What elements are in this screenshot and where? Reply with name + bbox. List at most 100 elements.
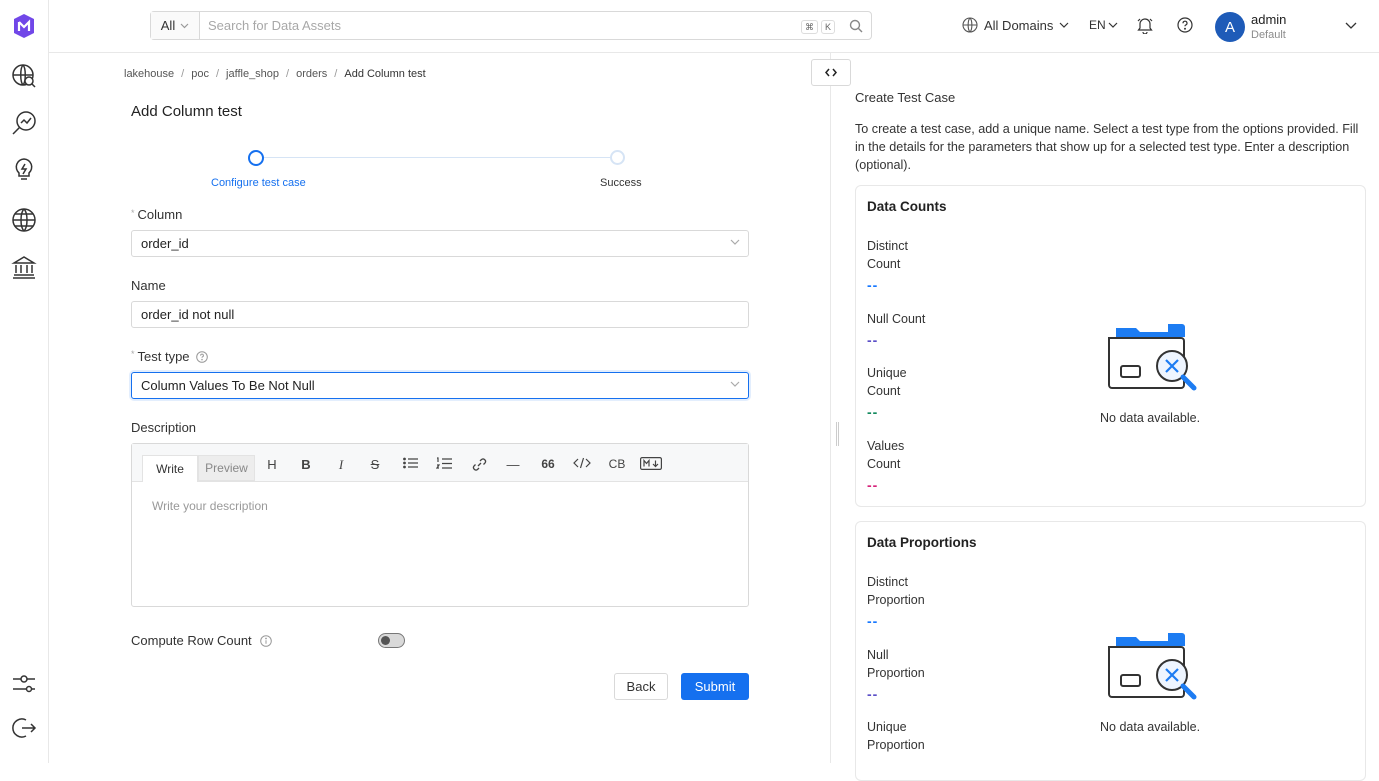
metric-label: Null Count bbox=[867, 312, 926, 326]
heading-icon[interactable]: H bbox=[261, 457, 283, 472]
user-menu-chevron-icon[interactable] bbox=[1345, 18, 1357, 33]
language-selector[interactable]: EN bbox=[1089, 18, 1118, 32]
notifications-bell-icon[interactable] bbox=[1137, 17, 1153, 37]
column-select[interactable]: order_id bbox=[131, 230, 749, 257]
help-icon[interactable] bbox=[1177, 17, 1193, 36]
test-type-select[interactable]: Column Values To Be Not Null bbox=[131, 372, 749, 399]
domain-selector-label: All Domains bbox=[984, 17, 1054, 33]
no-data-message: No data available. bbox=[1100, 720, 1201, 734]
logout-icon[interactable] bbox=[10, 714, 38, 742]
help-circle-icon[interactable] bbox=[195, 350, 208, 363]
step-success-label: Success bbox=[600, 177, 642, 189]
search-input[interactable] bbox=[200, 12, 801, 39]
metric-value: -- bbox=[867, 277, 879, 293]
app-logo[interactable] bbox=[10, 12, 38, 40]
k-key: K bbox=[820, 20, 835, 34]
markdown-icon[interactable] bbox=[640, 457, 662, 473]
code-icon[interactable] bbox=[571, 457, 593, 472]
metric-label: Unique Proportion bbox=[867, 720, 925, 752]
data-proportions-card: Data Proportions Distinct Proportion -- … bbox=[855, 521, 1366, 781]
search-shortcut: ⌘ K bbox=[800, 12, 835, 39]
toggle-knob bbox=[381, 636, 390, 645]
stepper-line bbox=[264, 157, 610, 158]
back-button[interactable]: Back bbox=[614, 673, 668, 700]
breadcrumb-item[interactable]: jaffle_shop bbox=[226, 68, 279, 80]
test-type-select-value: Column Values To Be Not Null bbox=[141, 378, 315, 393]
sidebar bbox=[0, 0, 49, 763]
chevron-down-icon bbox=[730, 381, 740, 387]
explore-icon[interactable] bbox=[10, 62, 38, 90]
breadcrumb-item[interactable]: poc bbox=[191, 68, 209, 80]
code-block-icon[interactable]: CB bbox=[606, 457, 628, 471]
compute-row-count-label: Compute Row Count bbox=[131, 633, 272, 648]
editor-toolbar: Write Preview H B I S — 66 CB bbox=[132, 444, 748, 482]
metric-label: Unique Count bbox=[867, 366, 907, 398]
page-title: Add Column test bbox=[131, 103, 242, 120]
card-title: Data Proportions bbox=[867, 535, 977, 550]
domains-icon[interactable] bbox=[10, 206, 38, 234]
domain-selector[interactable]: All Domains bbox=[962, 17, 1069, 33]
tab-write[interactable]: Write bbox=[142, 455, 198, 482]
right-panel-description: To create a test case, add a unique name… bbox=[855, 122, 1359, 172]
search-scope-label: All bbox=[160, 18, 176, 33]
metric-value: -- bbox=[867, 332, 879, 348]
user-role: Default bbox=[1251, 29, 1286, 41]
card-title: Data Counts bbox=[867, 199, 947, 214]
name-label: Name bbox=[131, 278, 166, 293]
link-icon[interactable] bbox=[468, 457, 490, 475]
insights-icon[interactable] bbox=[10, 156, 38, 184]
code-brackets-icon bbox=[825, 68, 837, 77]
name-input-value: order_id not null bbox=[141, 307, 235, 322]
description-label: Description bbox=[131, 420, 197, 435]
column-label: * Column bbox=[131, 207, 183, 222]
metric-value: -- bbox=[867, 477, 879, 493]
avatar-initial: A bbox=[1224, 18, 1235, 36]
observability-icon[interactable] bbox=[10, 109, 38, 137]
compute-row-count-toggle[interactable] bbox=[378, 633, 405, 648]
language-label: EN bbox=[1089, 18, 1106, 32]
test-type-label: * Test type bbox=[131, 349, 208, 364]
user-name: admin bbox=[1251, 12, 1287, 27]
quote-icon[interactable]: 66 bbox=[537, 457, 559, 471]
empty-folder-icon bbox=[1108, 633, 1197, 700]
breadcrumb-item[interactable]: orders bbox=[296, 68, 327, 80]
settings-icon[interactable] bbox=[10, 670, 38, 698]
chevron-down-icon bbox=[180, 23, 189, 28]
collapse-panel-button[interactable] bbox=[811, 59, 851, 86]
column-select-value: order_id bbox=[141, 236, 189, 251]
horizontal-rule-icon[interactable]: — bbox=[502, 457, 524, 472]
breadcrumb: lakehouse / poc / jaffle_shop / orders / Add… bbox=[124, 68, 426, 80]
data-counts-card: Data Counts Distinct Count -- Null Count… bbox=[855, 185, 1366, 507]
description-textarea[interactable]: Write your description bbox=[152, 499, 268, 513]
chevron-down-icon bbox=[730, 239, 740, 245]
right-panel-title: Create Test Case bbox=[855, 90, 956, 105]
search-scope-dropdown[interactable]: All bbox=[151, 12, 200, 39]
bold-icon[interactable]: B bbox=[295, 457, 317, 472]
submit-button[interactable]: Submit bbox=[681, 673, 749, 700]
metric-label: Distinct Proportion bbox=[867, 575, 925, 607]
name-input[interactable]: order_id not null bbox=[131, 301, 749, 328]
description-editor: Write Preview H B I S — 66 CB Write your… bbox=[131, 443, 749, 607]
tab-preview[interactable]: Preview bbox=[198, 455, 255, 481]
step-configure-indicator bbox=[248, 150, 264, 166]
governance-icon[interactable] bbox=[10, 253, 38, 281]
search-button[interactable] bbox=[841, 12, 871, 39]
metric-value: -- bbox=[867, 613, 879, 629]
numbered-list-icon[interactable] bbox=[433, 457, 455, 473]
breadcrumb-item[interactable]: lakehouse bbox=[124, 68, 174, 80]
chevron-down-icon bbox=[1108, 22, 1118, 28]
step-configure-label: Configure test case bbox=[211, 177, 306, 189]
no-data-message: No data available. bbox=[1100, 411, 1201, 425]
chevron-down-icon bbox=[1059, 22, 1069, 28]
global-search: All ⌘ K bbox=[150, 11, 872, 40]
italic-icon[interactable]: I bbox=[330, 457, 352, 473]
info-icon[interactable] bbox=[259, 634, 272, 647]
user-avatar[interactable]: A bbox=[1215, 12, 1245, 42]
empty-folder-icon bbox=[1108, 324, 1197, 391]
step-success-indicator bbox=[610, 150, 625, 165]
bullet-list-icon[interactable] bbox=[399, 457, 421, 472]
strikethrough-icon[interactable]: S bbox=[364, 457, 386, 472]
resize-handle[interactable] bbox=[836, 422, 839, 446]
metric-label: Values Count bbox=[867, 439, 905, 471]
breadcrumb-current: Add Column test bbox=[344, 68, 426, 80]
